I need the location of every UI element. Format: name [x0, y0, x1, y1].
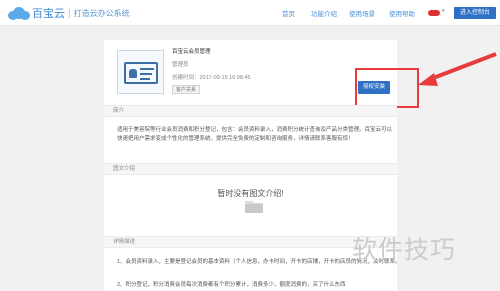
id-card-icon: [124, 62, 158, 84]
detail-item-2: 2、积分登记，积分消费会员每次消费都有个积分累计，消费多少，额度消费的，买了什么…: [117, 282, 346, 288]
cloud-logo-icon: [6, 6, 30, 20]
user-avatar[interactable]: [428, 10, 440, 16]
category-tag[interactable]: 客户关系: [172, 85, 200, 94]
top-navigation-bar: 百宝云 | 打造云办公系统 首页 功能介绍 使用场景 使用帮助 ▾ 进入控制台: [0, 0, 500, 26]
nav-link-help[interactable]: 使用帮助: [389, 8, 415, 18]
app-thumbnail: [117, 50, 164, 94]
nav-link-home[interactable]: 首页: [282, 8, 295, 18]
intro-text: 适用于美容院等行业会员消费和积分登记，包含：会员资料录入，消费积分统计查询及产品…: [117, 127, 393, 142]
watermark-text: 软件技巧: [352, 235, 457, 264]
red-arrow-annotation: [418, 52, 497, 86]
section-header-intro: 简介: [104, 105, 397, 117]
app-created-time: 创建时间：2017-09-15 16:08:45: [172, 75, 251, 81]
authorize-install-button[interactable]: 授权安装: [358, 81, 390, 94]
app-role: 管理员: [172, 62, 189, 68]
brand-separator: |: [68, 7, 71, 19]
nav-link-features[interactable]: 功能介绍: [311, 8, 337, 18]
brand-name: 百宝云: [32, 7, 65, 20]
nav-link-scenarios[interactable]: 使用场景: [349, 8, 375, 18]
brand-logo[interactable]: 百宝云 | 打造云办公系统: [6, 5, 130, 21]
console-button[interactable]: 进入控制台: [454, 7, 496, 19]
app-name: 百宝云会员管理: [172, 49, 211, 55]
brand-slogan: 打造云办公系统: [73, 8, 130, 18]
empty-folder-icon: [245, 201, 263, 213]
section-header-graphic: 图文介绍: [104, 163, 397, 175]
chevron-down-icon[interactable]: ▾: [442, 8, 445, 14]
